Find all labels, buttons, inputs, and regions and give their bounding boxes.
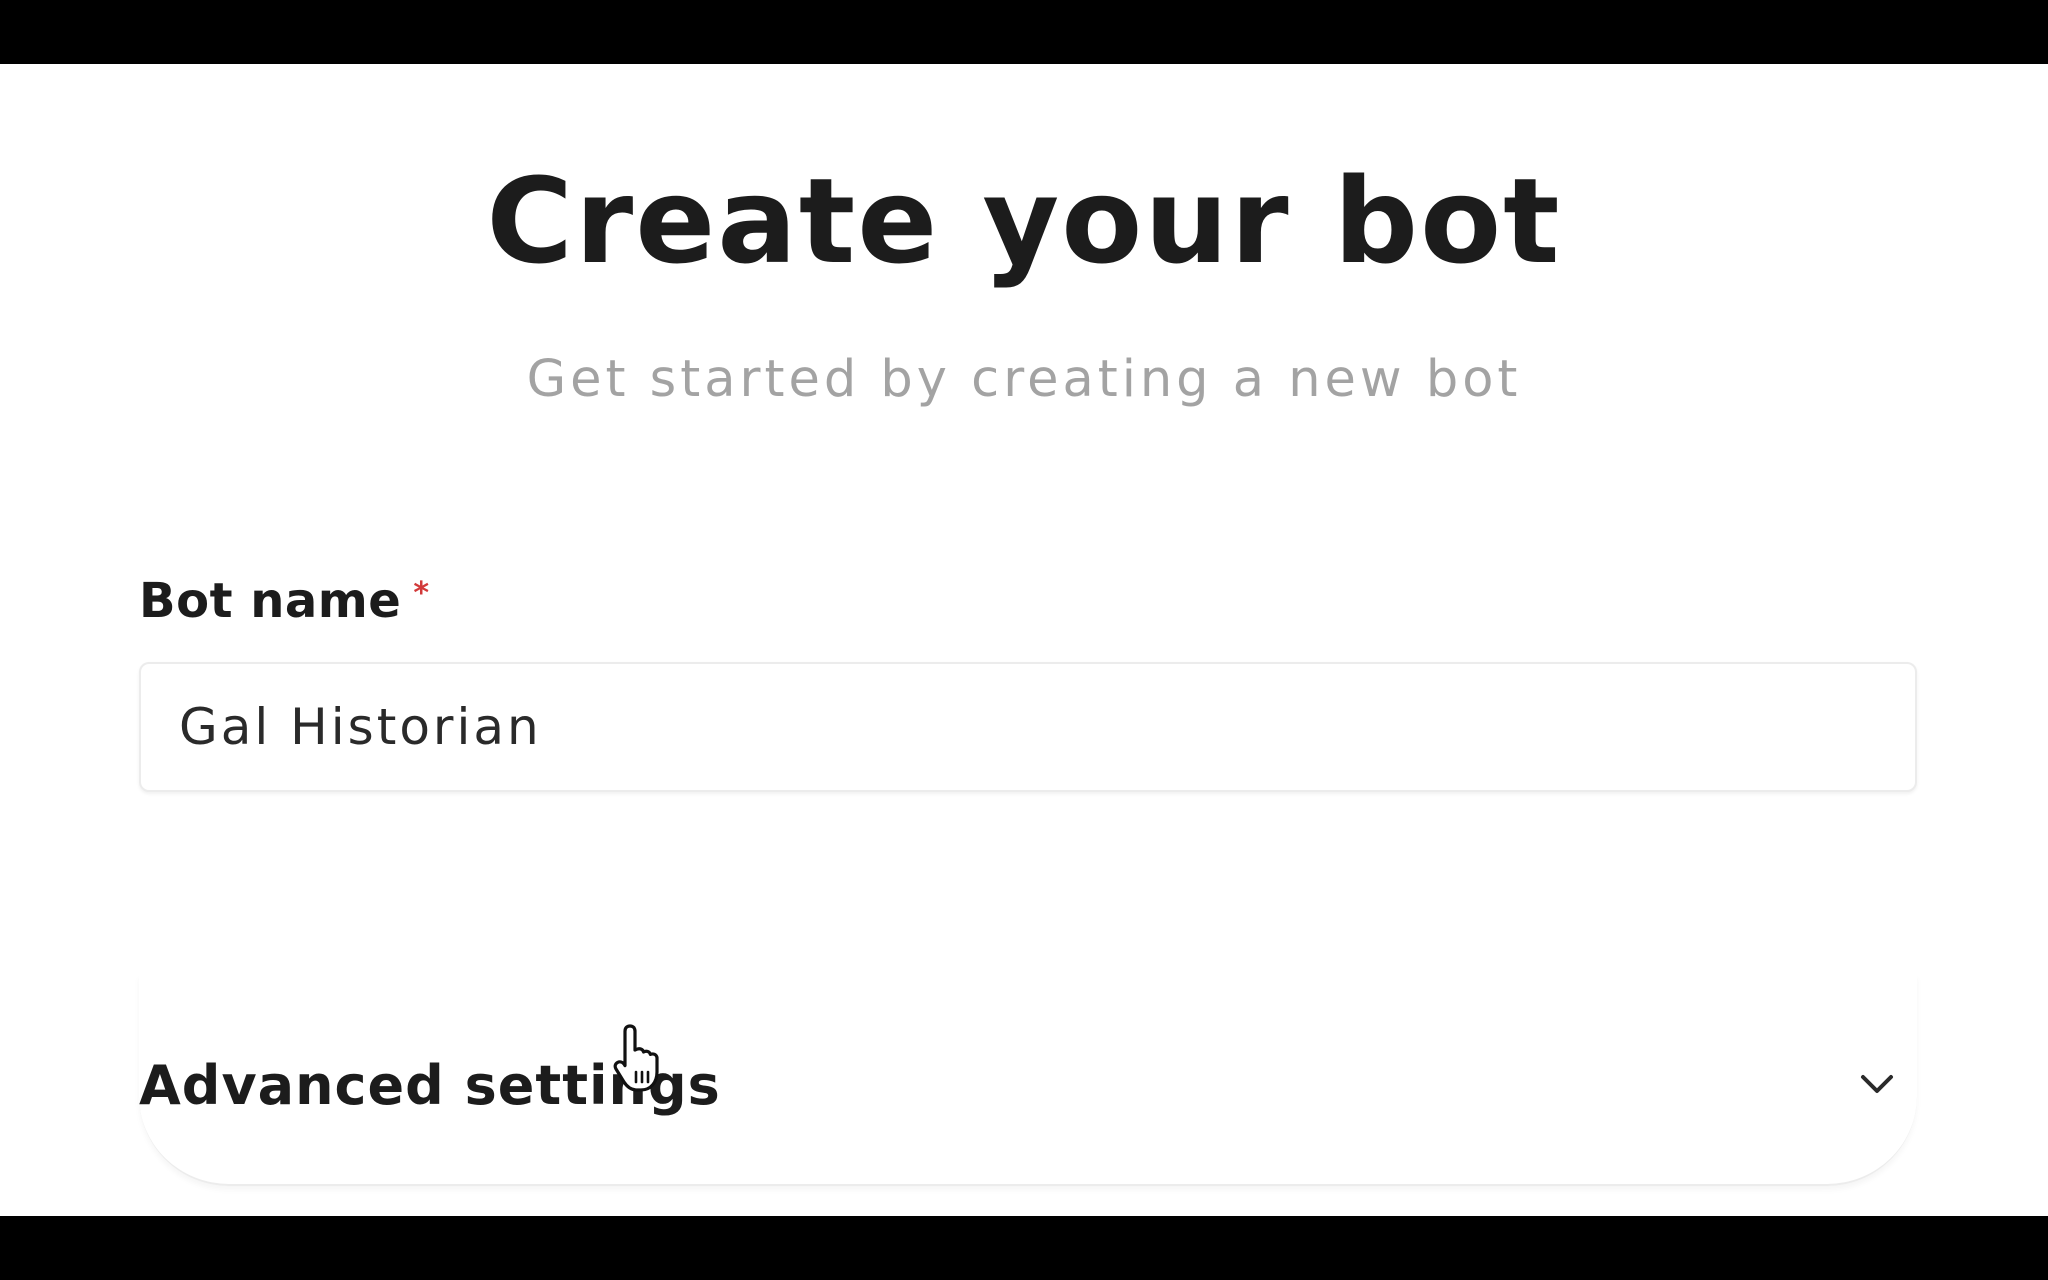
letterbox-bottom — [0, 1216, 2048, 1280]
chevron-down-icon[interactable] — [1857, 1064, 1897, 1104]
required-marker: * — [413, 576, 430, 611]
bot-name-label: Bot name * — [139, 558, 430, 637]
advanced-settings-label: Advanced settings — [139, 1054, 721, 1117]
bot-name-input[interactable] — [139, 662, 1917, 792]
create-bot-page: Create your bot Get started by creating … — [0, 64, 2048, 1216]
page-title: Create your bot — [486, 152, 1562, 290]
bot-name-label-text: Bot name — [139, 573, 402, 629]
letterbox-top — [0, 0, 2048, 64]
advanced-settings-toggle[interactable]: Advanced settings — [139, 974, 1917, 1186]
page-subtitle: Get started by creating a new bot — [526, 350, 1522, 409]
